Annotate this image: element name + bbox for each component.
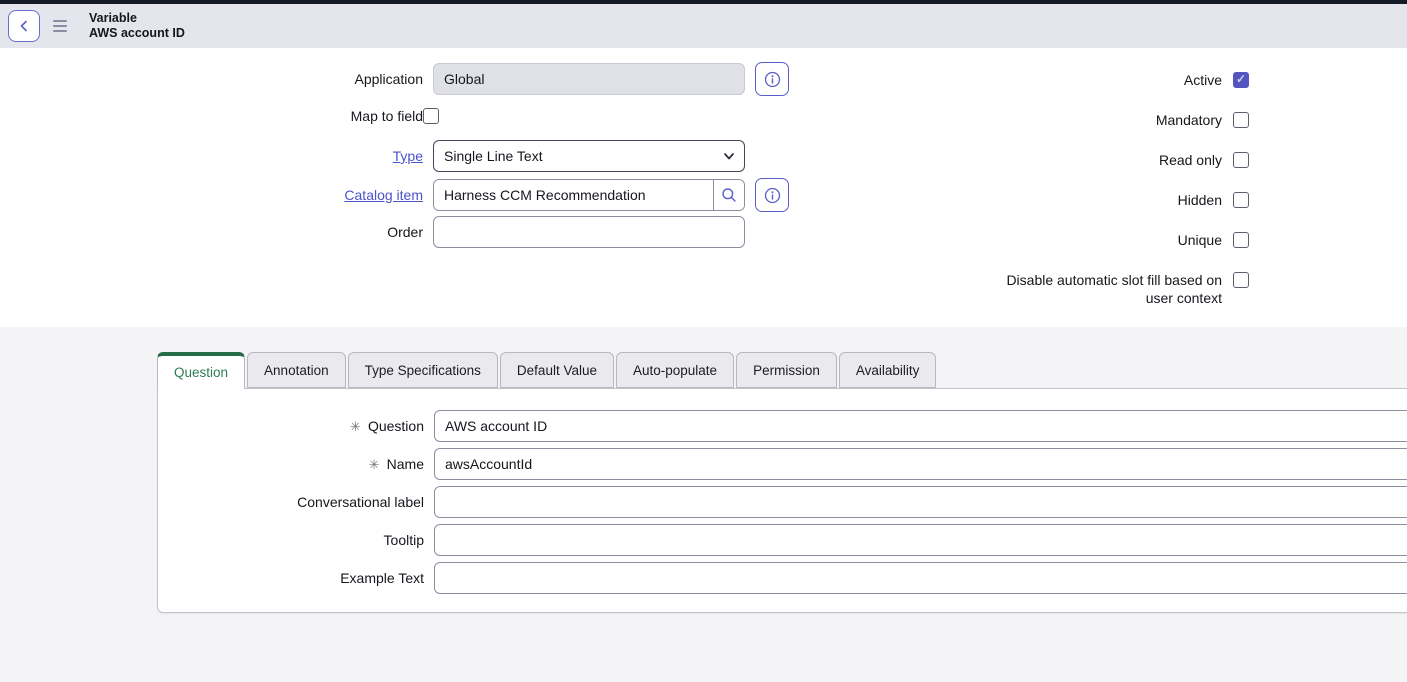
search-icon [721,187,737,203]
application-field[interactable] [433,63,745,95]
hidden-checkbox[interactable] [1233,192,1249,208]
tab-default-value[interactable]: Default Value [500,352,614,388]
tab-question[interactable]: Question [157,352,245,389]
upper-form-section: Application Map to field Type Single Lin… [0,48,1407,327]
conversational-label-row: Conversational label [158,486,1407,518]
catalog-item-row: Catalog item [0,178,789,212]
variable-form-page: Variable AWS account ID Application Map … [0,0,1407,682]
catalog-item-label-link[interactable]: Catalog item [0,187,423,203]
name-field[interactable] [434,448,1407,480]
question-tab-panel: ✳Question ✳Name Conversational label Too… [157,388,1407,613]
disable-slot-fill-row: Disable automatic slot fill based on use… [976,271,1249,307]
record-type-label: Variable [89,11,185,26]
map-to-field-row: Map to field [0,108,439,124]
order-row: Order [0,216,745,248]
mandatory-checkbox[interactable] [1233,112,1249,128]
disable-slot-fill-checkbox[interactable] [1233,272,1249,288]
tab-type-specifications[interactable]: Type Specifications [348,352,498,388]
tab-strip: Question Annotation Type Specifications … [157,352,936,388]
chevron-left-icon [17,19,31,33]
catalog-item-info-button[interactable] [755,178,789,212]
map-to-field-checkbox[interactable] [423,108,439,124]
tab-auto-populate[interactable]: Auto-populate [616,352,734,388]
example-text-row: Example Text [158,562,1407,594]
catalog-item-input[interactable] [434,180,713,210]
info-icon [764,187,781,204]
hidden-row: Hidden [1178,191,1249,209]
question-field[interactable] [434,410,1407,442]
tab-permission[interactable]: Permission [736,352,837,388]
question-row: ✳Question [158,410,1407,442]
example-text-field[interactable] [434,562,1407,594]
order-field[interactable] [433,216,745,248]
active-checkbox[interactable] [1233,72,1249,88]
required-icon: ✳ [369,457,380,472]
hidden-label: Hidden [1178,191,1222,209]
catalog-item-reference-field [433,179,745,211]
catalog-item-lookup-button[interactable] [713,180,744,210]
context-menu-icon[interactable] [50,13,76,39]
order-label: Order [0,224,423,240]
type-select-wrap: Single Line Text [433,140,745,172]
read-only-checkbox[interactable] [1233,152,1249,168]
lower-section: Question Annotation Type Specifications … [0,327,1407,682]
disable-slot-fill-label: Disable automatic slot fill based on use… [976,271,1222,307]
tooltip-field[interactable] [434,524,1407,556]
unique-checkbox[interactable] [1233,232,1249,248]
read-only-label: Read only [1159,151,1222,169]
application-label: Application [0,71,423,87]
example-text-label: Example Text [158,570,424,586]
tab-annotation[interactable]: Annotation [247,352,346,388]
read-only-row: Read only [1159,151,1249,169]
question-label: ✳Question [158,418,424,435]
name-label: ✳Name [158,456,424,473]
page-title: Variable AWS account ID [89,11,185,41]
mandatory-label: Mandatory [1156,111,1222,129]
back-button[interactable] [8,10,40,42]
type-select[interactable]: Single Line Text [433,140,745,172]
type-row: Type Single Line Text [0,140,745,172]
tab-availability[interactable]: Availability [839,352,937,388]
application-info-button[interactable] [755,62,789,96]
required-icon: ✳ [350,419,361,434]
info-icon [764,71,781,88]
active-label: Active [1184,71,1222,89]
type-label-link[interactable]: Type [0,148,423,164]
header: Variable AWS account ID [0,4,1407,48]
tooltip-label: Tooltip [158,532,424,548]
unique-row: Unique [1178,231,1249,249]
mandatory-row: Mandatory [1156,111,1249,129]
active-row: Active [1184,71,1249,89]
conversational-label-field[interactable] [434,486,1407,518]
record-name-label: AWS account ID [89,26,185,41]
name-row: ✳Name [158,448,1407,480]
unique-label: Unique [1178,231,1222,249]
map-to-field-label: Map to field [0,108,423,124]
application-row: Application [0,62,789,96]
tooltip-row: Tooltip [158,524,1407,556]
conversational-label-label: Conversational label [158,494,424,510]
